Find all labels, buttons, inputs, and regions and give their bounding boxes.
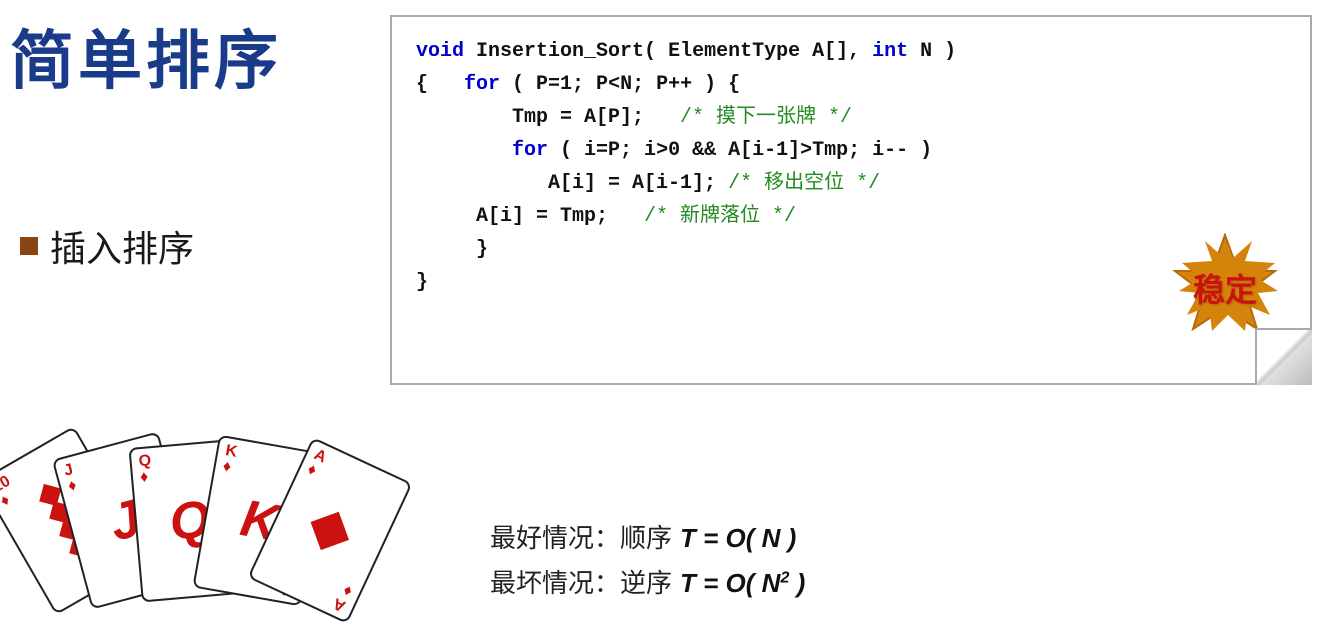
best-case-line: 最好情况：顺序 T = O( N ) [490,518,1312,555]
code-panel: void Insertion_Sort( ElementType A[], in… [390,15,1312,385]
card-rank-top: A♦ [305,447,329,481]
worst-case-formula: T = O( N2 ) [680,568,805,599]
cards-illustration: 10♦ 10♦ J♦ J J♦ Q♦ Q Q♦ [0,328,410,628]
worst-case-line: 最坏情况：逆序 T = O( N2 ) [490,563,1312,600]
code-line-7: } [416,233,1290,266]
best-case-label: 最好情况：顺序 [490,518,672,555]
bullet-label: 插入排序 [50,220,194,272]
code-line-2: { for ( P=1; P<N; P++ ) { [416,68,1290,101]
card-rank-top: 10♦ [0,474,21,511]
left-panel: 简单排序 插入排序 10♦ 10♦ J♦ J J♦ [0,0,390,628]
page-title: 简单排序 [10,10,282,102]
stable-badge: 稳定 [1170,233,1280,343]
bullet-icon [20,237,38,255]
card-rank-top: J♦ [62,462,79,495]
code-block: void Insertion_Sort( ElementType A[], in… [416,35,1290,299]
code-line-8: } [416,266,1290,299]
code-line-1: void Insertion_Sort( ElementType A[], in… [416,35,1290,68]
diamond-icon [311,511,349,549]
complexity-section: 最好情况：顺序 T = O( N ) 最坏情况：逆序 T = O( N2 ) [490,518,1312,608]
bullet-insertion-sort: 插入排序 [20,220,194,272]
best-case-formula: T = O( N ) [680,523,796,554]
code-line-3: Tmp = A[P]; /* 摸下一张牌 */ [416,101,1290,134]
worst-case-label: 最坏情况：逆序 [490,563,672,600]
code-line-6: A[i] = Tmp; /* 新牌落位 */ [416,200,1290,233]
code-line-5: A[i] = A[i-1]; /* 移出空位 */ [416,167,1290,200]
card-rank-top: K♦ [221,443,238,477]
card-rank-top: Q♦ [138,453,153,486]
card-center [310,511,350,551]
card-rank-bottom: A♦ [331,580,355,614]
stable-badge-text: 稳定 [1193,265,1257,311]
code-line-4: for ( i=P; i>0 && A[i-1]>Tmp; i-- ) [416,134,1290,167]
